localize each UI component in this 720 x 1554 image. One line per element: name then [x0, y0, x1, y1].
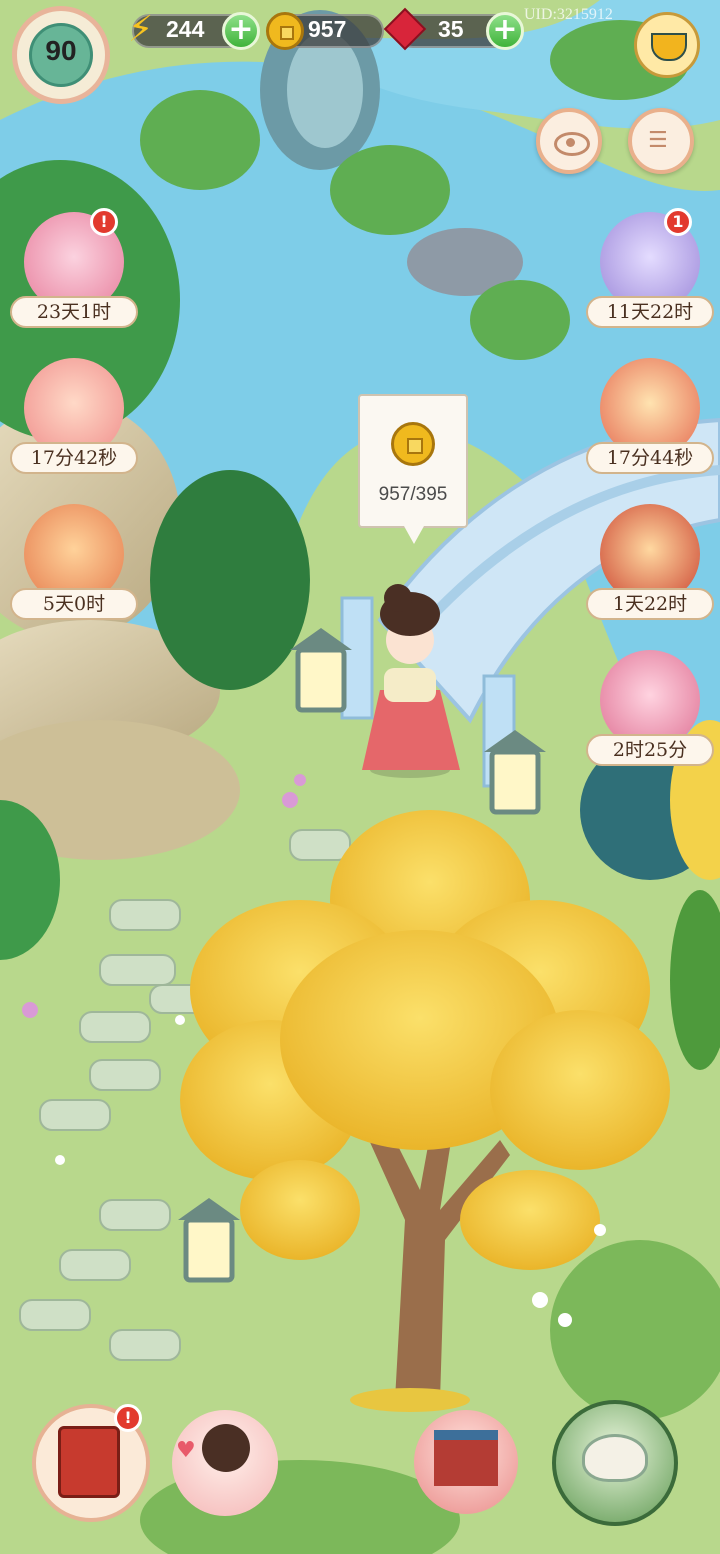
event-left-1[interactable]: 23天1时 !: [10, 208, 138, 342]
shop-building-button[interactable]: [414, 1410, 518, 1514]
event-left-2[interactable]: 17分42秒: [10, 358, 138, 488]
list-icon: ☰: [648, 128, 668, 153]
character-portrait-icon: [202, 1424, 250, 1472]
heart-icon: ♥: [176, 1438, 196, 1463]
add-energy-button[interactable]: +: [222, 12, 260, 50]
alert-badge: !: [90, 208, 118, 236]
event-timer: 2时25分: [586, 734, 714, 766]
coin-value: 957: [308, 16, 347, 42]
event-timer: 11天22时: [586, 296, 714, 328]
journal-button[interactable]: !: [32, 1404, 150, 1522]
coin-icon: [391, 422, 435, 466]
event-right-2[interactable]: 17分44秒: [586, 358, 714, 488]
event-left-3[interactable]: 5天0时: [10, 504, 138, 634]
uid-text: UID:3215912: [524, 6, 613, 23]
event-right-1[interactable]: 11天22时 1: [586, 208, 714, 342]
coin-icon: [266, 12, 304, 50]
lightning-icon: ⚡: [128, 9, 154, 50]
event-timer: 17分44秒: [586, 442, 714, 474]
view-toggle-button[interactable]: [536, 108, 602, 174]
count-badge: 1: [664, 208, 692, 236]
alert-badge: !: [114, 1404, 142, 1432]
pavilion-icon: [434, 1430, 498, 1486]
event-timer: 5天0时: [10, 588, 138, 620]
energy-value: 244: [166, 16, 205, 42]
event-timer: 23天1时: [10, 296, 138, 328]
menu-button[interactable]: ☰: [628, 108, 694, 174]
coin-collect-value: 957/395: [378, 484, 448, 505]
event-right-3[interactable]: 1天22时: [586, 504, 714, 634]
level-text: 90: [45, 35, 77, 66]
book-icon: [58, 1426, 120, 1498]
event-timer: 1天22时: [586, 588, 714, 620]
gold-cauldron-icon[interactable]: [634, 12, 700, 78]
coin-collect-bubble[interactable]: 957/395: [358, 394, 468, 544]
teapot-icon: [582, 1434, 648, 1482]
event-timer: 17分42秒: [10, 442, 138, 474]
add-gems-button[interactable]: +: [486, 12, 524, 50]
teapot-button[interactable]: [552, 1400, 678, 1526]
event-right-4[interactable]: 2时25分: [586, 650, 714, 780]
gem-value: 35: [438, 16, 464, 42]
character-button[interactable]: ♥: [172, 1410, 278, 1516]
level-badge[interactable]: 90: [12, 6, 110, 104]
